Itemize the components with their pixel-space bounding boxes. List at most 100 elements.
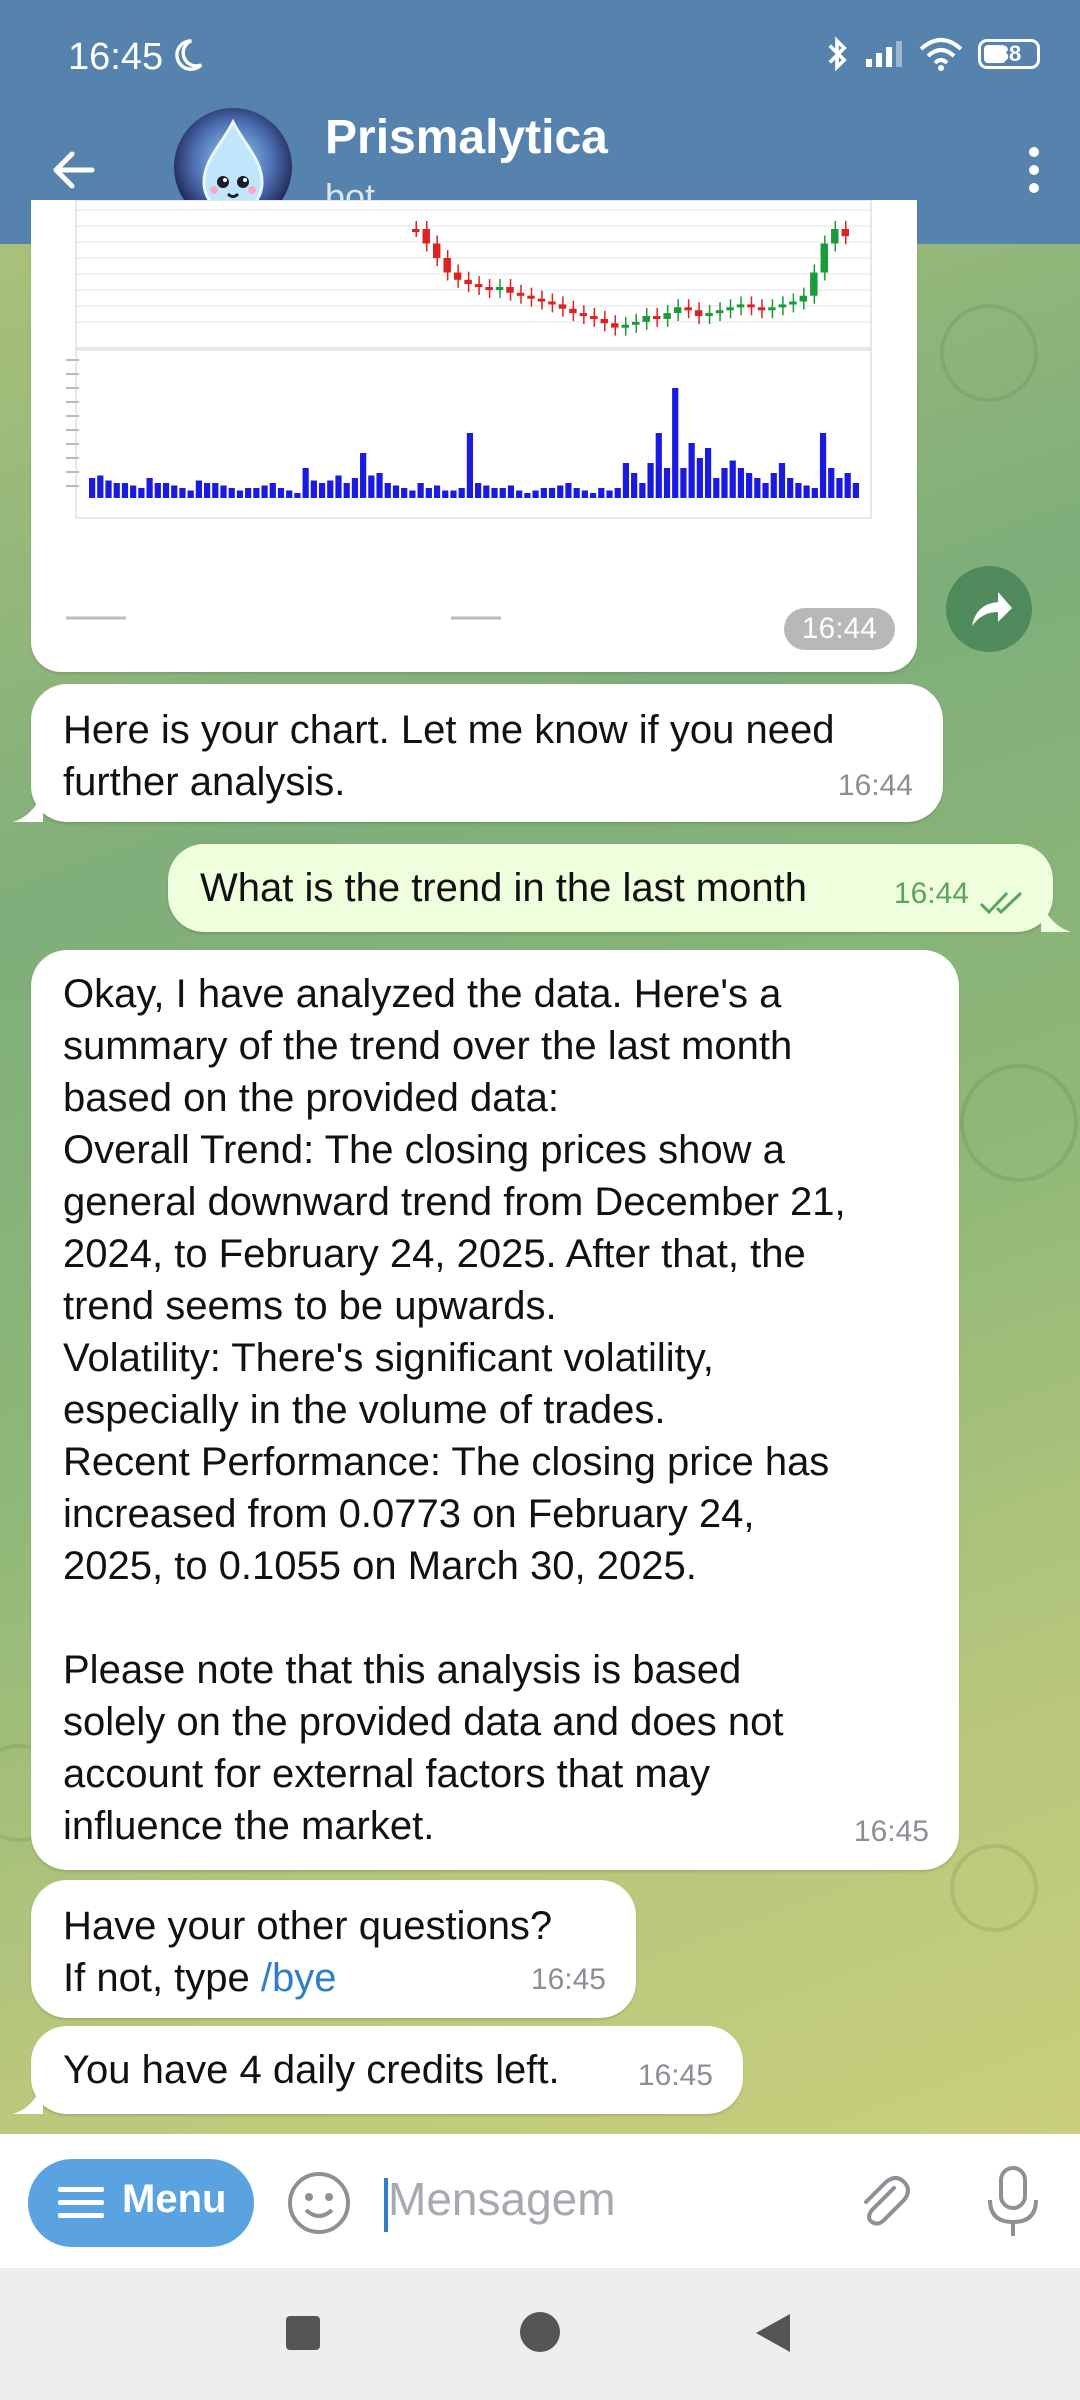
bye-command-link[interactable]: /bye: [261, 1956, 337, 2000]
candle-body: [611, 323, 619, 328]
volume-bar: [318, 483, 326, 498]
volume-bar: [828, 468, 835, 498]
incoming-message[interactable]: Okay, I have analyzed the data. Here's a…: [31, 950, 959, 1870]
volume-bar: [228, 488, 235, 498]
back-arrow-icon[interactable]: [44, 138, 108, 202]
recents-button[interactable]: [286, 2316, 320, 2350]
candle-body: [506, 287, 514, 293]
candle-body: [684, 307, 692, 311]
volume-bar: [803, 485, 810, 498]
smile-icon[interactable]: [286, 2170, 352, 2236]
volume-bar: [277, 488, 285, 498]
volume-bar: [754, 478, 761, 498]
volume-bar: [680, 468, 687, 498]
incoming-message[interactable]: You have 4 daily credits left. 16:45: [13, 2026, 743, 2114]
volume-bar: [622, 463, 630, 498]
volume-bar: [565, 483, 572, 498]
message-input[interactable]: Mensagem: [388, 2172, 616, 2226]
message-time: 16:44: [893, 877, 969, 910]
share-button[interactable]: [946, 566, 1032, 652]
volume-bar: [499, 488, 506, 498]
text-line: summary of the trend over the last month: [63, 1024, 793, 1068]
volume-bar: [688, 443, 695, 498]
volume-bar: [368, 475, 375, 498]
candle-body: [422, 229, 430, 244]
volume-bar: [203, 483, 211, 498]
chat-title[interactable]: Prismalytica: [325, 110, 608, 165]
menu-button[interactable]: Menu: [28, 2159, 254, 2247]
status-time: 16:45: [68, 36, 164, 78]
message-input-bar: Menu Mensagem: [0, 2134, 1080, 2268]
volume-bar: [195, 480, 202, 498]
volume-bar: [392, 485, 400, 498]
incoming-message[interactable]: Here is your chart. Let me know if you n…: [13, 684, 943, 822]
volume-bar: [713, 478, 720, 498]
volume-bar: [729, 460, 736, 498]
candle-body: [453, 272, 462, 280]
volume-bar: [721, 468, 728, 498]
battery-level: 38: [996, 41, 1022, 66]
volume-bar: [154, 483, 161, 498]
candle-body: [621, 324, 629, 328]
message-text: Here is your chart. Let me know if you n…: [63, 708, 835, 804]
candle-body: [558, 304, 567, 309]
text-line: Recent Performance: The closing price ha…: [63, 1440, 830, 1484]
volume-bar: [105, 480, 112, 498]
volume-bar: [852, 483, 859, 498]
volume-bar: [655, 433, 662, 498]
candle-body: [841, 229, 849, 237]
text-line: account for external factors that may: [63, 1752, 710, 1796]
message-text: Okay, I have analyzed the data. Here's a…: [63, 968, 943, 1852]
volume-bar: [844, 473, 851, 498]
volume-bar: [130, 485, 137, 498]
nav-back-icon[interactable]: [754, 2312, 792, 2354]
chart-image-message[interactable]: 16:44: [31, 200, 917, 672]
volume-bar: [401, 488, 408, 498]
volume-bar: [647, 463, 654, 498]
volume-bar: [762, 483, 769, 498]
candlestick-chart: [66, 200, 872, 620]
mic-icon[interactable]: [980, 2164, 1046, 2240]
text-line: based on the provided data:: [63, 1076, 559, 1120]
volume-bar: [819, 433, 827, 498]
candle-body: [831, 229, 839, 244]
volume-bar: [548, 488, 556, 498]
volume-bar: [614, 488, 621, 498]
candle-body: [715, 310, 724, 314]
home-button[interactable]: [520, 2312, 560, 2352]
candle-body: [705, 313, 713, 317]
candle-body: [590, 316, 598, 319]
candle-body: [768, 307, 776, 311]
message-time: 16:45: [530, 1963, 606, 1996]
candle-body: [600, 318, 609, 324]
volume-bar: [589, 493, 597, 498]
message-text: You have 4 daily credits left.: [63, 2048, 560, 2092]
candle-body: [516, 292, 525, 296]
incoming-message[interactable]: Have your other questions? If not, type …: [31, 1880, 636, 2018]
text-line: Have your other questions?: [63, 1904, 553, 1948]
candle-body: [579, 313, 588, 317]
volume-bar: [343, 483, 350, 498]
volume-bar: [770, 473, 777, 498]
volume-bar: [261, 485, 268, 498]
volume-bar: [146, 478, 153, 498]
menu-label: Menu: [122, 2177, 227, 2221]
volume-bar: [639, 483, 646, 498]
candle-body: [747, 304, 755, 308]
attach-icon[interactable]: [850, 2170, 916, 2236]
volume-bar: [187, 490, 194, 498]
volume-bar: [310, 480, 317, 498]
volume-bar: [97, 475, 104, 498]
candle-body: [789, 301, 797, 305]
text-line: [63, 1592, 943, 1644]
more-vert-icon[interactable]: [1014, 140, 1054, 200]
candle-body: [799, 295, 808, 302]
volume-bar: [516, 490, 523, 498]
outgoing-message[interactable]: What is the trend in the last month 16:4…: [168, 844, 1071, 932]
volume-bar: [212, 483, 219, 498]
candle-body: [663, 313, 671, 319]
volume-bar: [507, 485, 515, 498]
candle-body: [694, 310, 703, 316]
text-line: solely on the provided data and does not: [63, 1700, 784, 1744]
bubble-tail: [1041, 902, 1071, 932]
